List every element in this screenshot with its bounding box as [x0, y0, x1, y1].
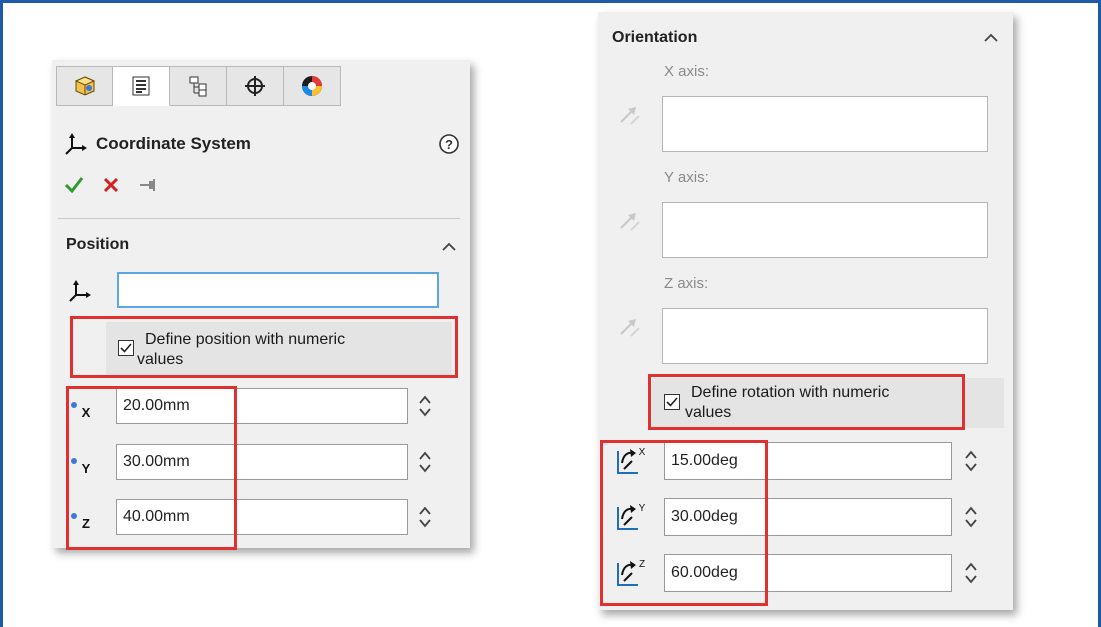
- y-axis-direction-icon[interactable]: [615, 206, 645, 236]
- y-axis-selection-box[interactable]: [662, 202, 988, 258]
- display-manager-icon: [302, 76, 322, 96]
- z-rotation-spinner-icon[interactable]: [964, 560, 978, 586]
- window-frame-left: [0, 0, 3, 627]
- highlight-box-position-values: [66, 386, 237, 550]
- collapse-chevron-up-icon[interactable]: [442, 241, 456, 251]
- title-row: Coordinate System ?: [64, 130, 460, 158]
- y-rotation-spinner-icon[interactable]: [964, 504, 978, 530]
- position-section-title: Position: [66, 236, 130, 253]
- x-spinner-icon[interactable]: [418, 393, 432, 419]
- y-spinner-icon[interactable]: [418, 449, 432, 475]
- z-axis-label: Z axis:: [664, 275, 709, 292]
- highlight-box-position-checkbox: [70, 316, 458, 378]
- origin-select-button[interactable]: [64, 275, 96, 307]
- x-axis-direction-icon[interactable]: [615, 100, 645, 130]
- property-manager-icon: [132, 76, 150, 96]
- feature-manager-icon: [74, 76, 95, 96]
- panel-title: Coordinate System: [96, 134, 251, 153]
- z-axis-selection-box[interactable]: [662, 308, 988, 364]
- manager-tabs: [56, 66, 341, 106]
- pushpin-icon[interactable]: [138, 177, 158, 193]
- collapse-chevron-up-icon[interactable]: [984, 32, 998, 42]
- ok-checkmark-icon[interactable]: [64, 175, 84, 195]
- svg-text:?: ?: [445, 137, 453, 152]
- window-frame-top: [0, 0, 1101, 3]
- y-axis-label: Y axis:: [664, 169, 709, 186]
- tab-property-manager[interactable]: [113, 66, 170, 106]
- x-axis-label: X axis:: [664, 63, 710, 80]
- x-rotation-spinner-icon[interactable]: [964, 448, 978, 474]
- tab-dimxpert-manager[interactable]: [227, 66, 284, 106]
- orientation-property-panel: Orientation X axis: Y axis: Z axis: Defi…: [598, 12, 1013, 610]
- dimxpert-manager-icon: [245, 76, 265, 96]
- tab-feature-manager[interactable]: [56, 66, 113, 106]
- configuration-manager-icon: [189, 76, 207, 97]
- cancel-x-icon[interactable]: [102, 176, 120, 194]
- coordinate-origin-icon: [69, 280, 91, 302]
- coordinate-system-icon: [65, 133, 87, 155]
- highlight-box-rotation-values: [600, 440, 768, 606]
- help-icon[interactable]: ?: [438, 133, 460, 155]
- separator: [58, 218, 460, 219]
- tab-configuration-manager[interactable]: [170, 66, 227, 106]
- z-spinner-icon[interactable]: [418, 504, 432, 530]
- coordinate-system-property-manager: Coordinate System ? Position Define posi…: [52, 60, 470, 550]
- origin-selection-box[interactable]: [117, 272, 439, 308]
- action-row: [64, 175, 158, 195]
- x-axis-selection-box[interactable]: [662, 96, 988, 152]
- highlight-box-rotation-checkbox: [648, 374, 965, 430]
- tab-display-manager[interactable]: [284, 66, 341, 106]
- orientation-section-title: Orientation: [612, 29, 698, 46]
- z-axis-direction-icon[interactable]: [615, 312, 645, 342]
